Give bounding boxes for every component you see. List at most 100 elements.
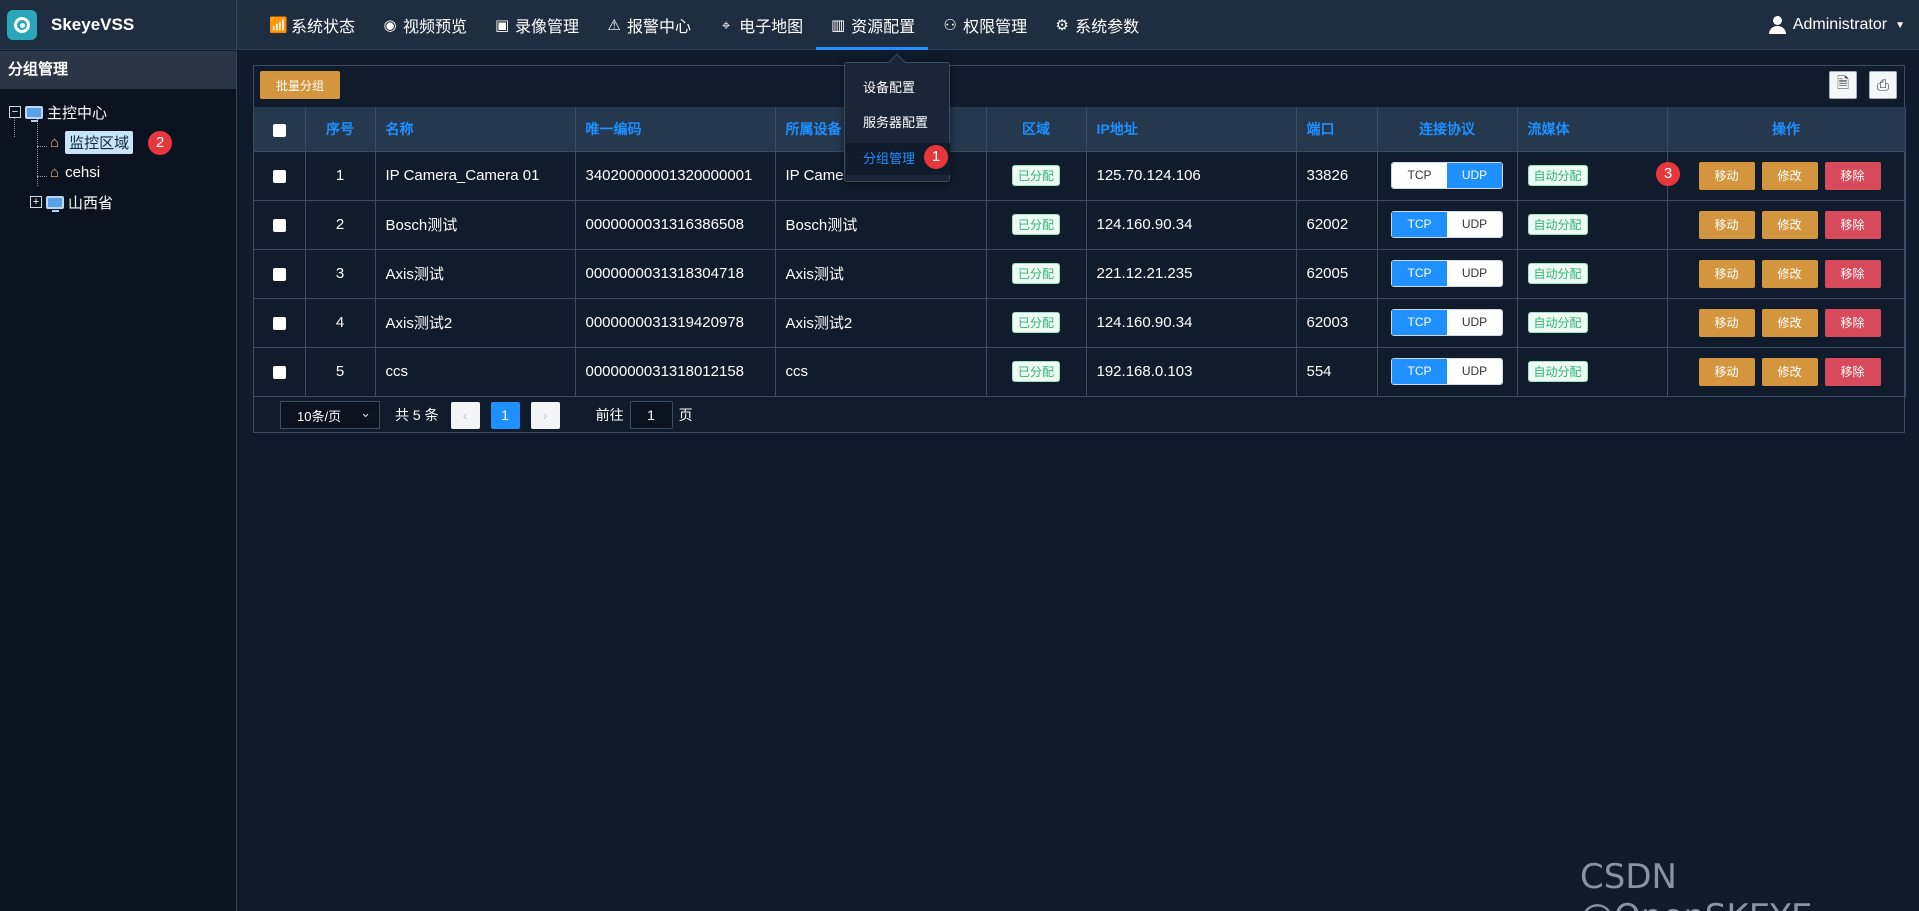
alarm-icon: ⚠ — [607, 17, 621, 34]
main-nav: 📶 系统状态 ◉ 视频预览 ▣ 录像管理 ⚠ 报警中心 ⌖ 电子地图 ▥ 资源配… — [256, 0, 1152, 50]
cell-area: 已分配 — [986, 298, 1087, 348]
nav-label: 权限管理 — [963, 19, 1028, 36]
protocol-toggle[interactable]: TCP UDP — [1391, 162, 1503, 189]
export-icon[interactable]: 🗎 — [1829, 71, 1857, 99]
media-tag: 自动分配 — [1527, 214, 1588, 235]
edit-button[interactable]: 修改 — [1761, 308, 1818, 337]
protocol-udp-option[interactable]: UDP — [1447, 261, 1502, 286]
protocol-toggle[interactable]: TCP UDP — [1391, 358, 1503, 385]
row-checkbox[interactable] — [254, 249, 306, 299]
protocol-tcp-option[interactable]: TCP — [1392, 212, 1447, 237]
move-button[interactable]: 移动 — [1698, 161, 1755, 190]
nav-item-resources[interactable]: ▥ 资源配置 — [816, 0, 929, 50]
move-button[interactable]: 移动 — [1698, 259, 1755, 288]
edit-button[interactable]: 修改 — [1761, 357, 1818, 386]
tree-label: cehsi — [65, 163, 101, 181]
page-unit: 页 — [678, 407, 693, 423]
move-button[interactable]: 移动 — [1698, 308, 1755, 337]
protocol-tcp-option[interactable]: TCP — [1392, 310, 1447, 335]
nav-item-alarm[interactable]: ⚠ 报警中心 — [592, 0, 704, 50]
tree-node-shanxi[interactable]: + 山西省 — [0, 187, 236, 217]
nav-item-permissions[interactable]: ⚇ 权限管理 — [928, 0, 1040, 50]
cell-area: 已分配 — [986, 151, 1087, 201]
protocol-udp-option[interactable]: UDP — [1447, 163, 1502, 188]
select-all-checkbox[interactable] — [254, 107, 306, 152]
remove-button[interactable]: 移除 — [1824, 357, 1881, 386]
cell-name: IP Camera_Camera 01 — [375, 151, 576, 201]
tree-node-root[interactable]: − 主控中心 — [0, 97, 236, 127]
monitor-icon — [25, 105, 43, 122]
cell-code: 0000000031318012158 — [575, 347, 776, 397]
user-icon — [1768, 16, 1786, 34]
protocol-toggle[interactable]: TCP UDP — [1391, 309, 1503, 336]
nav-item-recording[interactable]: ▣ 录像管理 — [480, 0, 592, 50]
protocol-tcp-option[interactable]: TCP — [1392, 359, 1447, 384]
cell-ip: 124.160.90.34 — [1086, 200, 1297, 250]
cell-no: 3 — [305, 249, 376, 299]
remove-button[interactable]: 移除 — [1824, 210, 1881, 239]
nav-item-video-preview[interactable]: ◉ 视频预览 — [368, 0, 480, 50]
page-number[interactable]: 1 — [490, 401, 520, 429]
protocol-tcp-option[interactable]: TCP — [1392, 261, 1447, 286]
menu-item-device-config[interactable]: 设备配置 — [846, 72, 950, 104]
cell-no: 1 — [305, 151, 376, 201]
nav-label: 视频预览 — [403, 19, 468, 36]
cell-protocol: TCP UDP — [1377, 347, 1518, 397]
row-checkbox[interactable] — [254, 151, 306, 201]
table-body: 1 IP Camera_Camera 01 34020000001320000001… — [254, 151, 1906, 397]
cell-actions: 移动 修改 移除 — [1667, 249, 1906, 299]
caret-down-icon: ▼ — [1895, 19, 1905, 31]
collapse-icon[interactable]: − — [9, 106, 21, 118]
nav-item-map[interactable]: ⌖ 电子地图 — [704, 0, 816, 50]
top-bar: SkeyeVSS 📶 系统状态 ◉ 视频预览 ▣ 录像管理 ⚠ 报警中心 ⌖ 电… — [0, 0, 1919, 50]
menu-item-server-config[interactable]: 服务器配置 — [846, 107, 950, 139]
row-checkbox[interactable] — [254, 298, 306, 348]
protocol-tcp-option[interactable]: TCP — [1392, 163, 1447, 188]
remove-button[interactable]: 移除 — [1824, 161, 1881, 190]
row-checkbox[interactable] — [254, 200, 306, 250]
cell-actions: 移动 修改 移除 — [1667, 200, 1906, 250]
expand-icon[interactable]: + — [30, 196, 42, 208]
cell-code: 0000000031318304718 — [575, 249, 776, 299]
film-icon: ▣ — [494, 17, 510, 34]
cell-media: 自动分配 — [1517, 347, 1668, 397]
goto-label: 前往 — [595, 407, 624, 423]
protocol-toggle[interactable]: TCP UDP — [1391, 260, 1503, 287]
cell-code: 0000000031319420978 — [575, 298, 776, 348]
protocol-udp-option[interactable]: UDP — [1447, 212, 1502, 237]
edit-button[interactable]: 修改 — [1761, 210, 1818, 239]
nav-item-system-params[interactable]: ⚙ 系统参数 — [1040, 0, 1152, 50]
col-header: 端口 — [1296, 107, 1378, 152]
cell-area: 已分配 — [986, 200, 1087, 250]
row-checkbox[interactable] — [254, 347, 306, 397]
next-page-button[interactable]: › — [530, 401, 560, 429]
cell-protocol: TCP UDP — [1377, 151, 1518, 201]
step-badge-2: 2 — [148, 131, 172, 155]
map-icon: ⌖ — [721, 16, 731, 34]
tree-node-monitor-area[interactable]: ⌂ 监控区域 — [0, 127, 236, 157]
edit-button[interactable]: 修改 — [1761, 161, 1818, 190]
page-size-select[interactable]: 10条/页 — [280, 401, 380, 429]
goto-page-input[interactable]: 1 — [629, 401, 673, 429]
prev-page-button[interactable]: ‹ — [450, 401, 480, 429]
edit-button[interactable]: 修改 — [1761, 259, 1818, 288]
cell-port: 62005 — [1296, 249, 1378, 299]
remove-button[interactable]: 移除 — [1824, 308, 1881, 337]
move-button[interactable]: 移动 — [1698, 210, 1755, 239]
move-button[interactable]: 移动 — [1698, 357, 1755, 386]
cell-no: 4 — [305, 298, 376, 348]
nav-item-system-status[interactable]: 📶 系统状态 — [256, 0, 368, 50]
protocol-udp-option[interactable]: UDP — [1447, 359, 1502, 384]
cell-ip: 192.168.0.103 — [1086, 347, 1297, 397]
print-icon[interactable]: ⎙ — [1869, 71, 1897, 99]
cell-device: Axis测试 — [775, 249, 987, 299]
remove-button[interactable]: 移除 — [1824, 259, 1881, 288]
protocol-udp-option[interactable]: UDP — [1447, 310, 1502, 335]
tree-label: 山西省 — [68, 194, 114, 212]
protocol-toggle[interactable]: TCP UDP — [1391, 211, 1503, 238]
tree-node-cehsi[interactable]: ⌂ cehsi — [0, 157, 236, 187]
batch-group-button[interactable]: 批量分组 — [260, 71, 340, 99]
user-menu[interactable]: Administrator ▼ — [1768, 0, 1905, 50]
chart-icon: 📶 — [269, 17, 288, 34]
cell-port: 62002 — [1296, 200, 1378, 250]
